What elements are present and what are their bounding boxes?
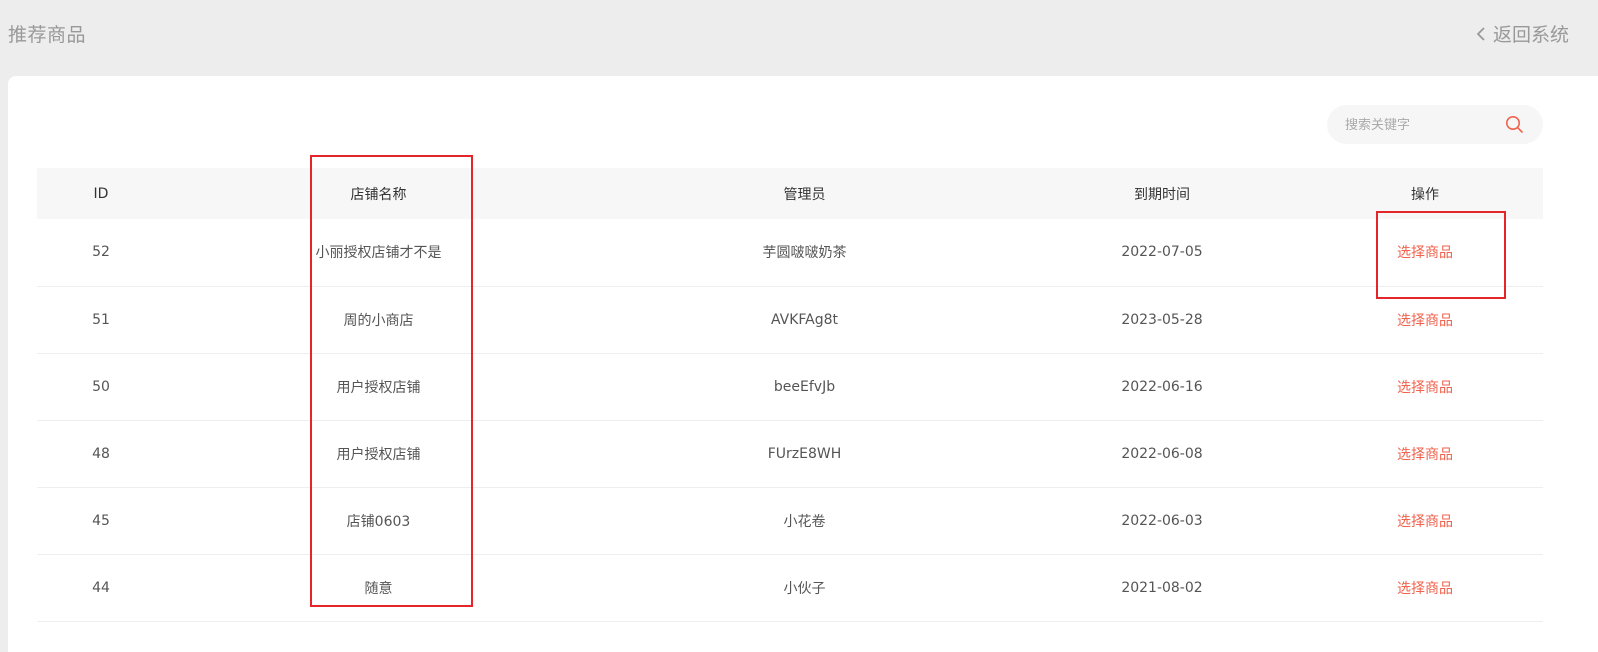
chevron-left-icon bbox=[1476, 26, 1485, 41]
table-row: 48 用户授权店铺 FUrzE8WH 2022-06-08 选择商品 bbox=[37, 420, 1543, 487]
back-to-system-link[interactable]: 返回系统 bbox=[1474, 20, 1569, 47]
back-link-label: 返回系统 bbox=[1493, 24, 1570, 46]
column-header-admin: 管理员 bbox=[783, 186, 826, 203]
shop-table: ID 店铺名称 管理员 到期时间 操作 52 小丽授权店铺才不是 芋圆啵啵奶茶 … bbox=[37, 168, 1543, 622]
table-row: 44 随意 小伙子 2021-08-02 选择商品 bbox=[37, 554, 1543, 621]
cell-id: 48 bbox=[92, 445, 110, 462]
cell-expire-time: 2023-05-28 bbox=[1121, 311, 1203, 328]
cell-shop-name: 用户授权店铺 bbox=[336, 446, 421, 463]
cell-shop-name: 用户授权店铺 bbox=[336, 379, 421, 396]
page-title: 推荐商品 bbox=[8, 24, 87, 46]
cell-id: 45 bbox=[92, 512, 110, 529]
content-card: ID 店铺名称 管理员 到期时间 操作 52 小丽授权店铺才不是 芋圆啵啵奶茶 … bbox=[8, 76, 1598, 652]
cell-shop-name: 随意 bbox=[364, 580, 393, 597]
cell-admin: 小伙子 bbox=[783, 580, 826, 597]
cell-admin: beeEfvJb bbox=[773, 378, 836, 395]
cell-id: 52 bbox=[92, 244, 110, 261]
column-header-id: ID bbox=[93, 185, 109, 202]
cell-admin: FUrzE8WH bbox=[767, 445, 842, 462]
cell-shop-name: 店铺0603 bbox=[346, 513, 411, 530]
cell-expire-time: 2021-08-02 bbox=[1121, 579, 1203, 596]
cell-expire-time: 2022-06-08 bbox=[1121, 445, 1203, 462]
top-bar: 推荐商品 返回系统 bbox=[0, 0, 1598, 66]
search-icon[interactable] bbox=[1505, 115, 1524, 134]
select-products-button[interactable]: 选择商品 bbox=[1397, 514, 1453, 530]
table-row: 50 用户授权店铺 beeEfvJb 2022-06-16 选择商品 bbox=[37, 353, 1543, 420]
cell-id: 44 bbox=[92, 579, 110, 596]
cell-id: 51 bbox=[92, 311, 110, 328]
select-products-button[interactable]: 选择商品 bbox=[1397, 380, 1453, 396]
column-header-action: 操作 bbox=[1411, 186, 1439, 203]
cell-expire-time: 2022-07-05 bbox=[1121, 244, 1203, 261]
table-row: 52 小丽授权店铺才不是 芋圆啵啵奶茶 2022-07-05 选择商品 bbox=[37, 219, 1543, 286]
search-box bbox=[1327, 105, 1543, 144]
select-products-button[interactable]: 选择商品 bbox=[1397, 245, 1453, 261]
cell-admin: 小花卷 bbox=[783, 513, 826, 530]
select-products-button[interactable]: 选择商品 bbox=[1397, 313, 1453, 329]
cell-expire-time: 2022-06-03 bbox=[1121, 512, 1203, 529]
cell-expire-time: 2022-06-16 bbox=[1121, 378, 1203, 395]
cell-admin: 芋圆啵啵奶茶 bbox=[762, 245, 847, 262]
table-row: 45 店铺0603 小花卷 2022-06-03 选择商品 bbox=[37, 487, 1543, 554]
cell-id: 50 bbox=[92, 378, 110, 395]
cell-shop-name: 小丽授权店铺才不是 bbox=[315, 245, 442, 262]
cell-shop-name: 周的小商店 bbox=[343, 312, 414, 329]
column-header-shop-name: 店铺名称 bbox=[350, 186, 407, 203]
select-products-button[interactable]: 选择商品 bbox=[1397, 581, 1453, 597]
column-header-expire-time: 到期时间 bbox=[1134, 186, 1190, 203]
select-products-button[interactable]: 选择商品 bbox=[1397, 447, 1453, 463]
table-header-row: ID 店铺名称 管理员 到期时间 操作 bbox=[37, 168, 1543, 219]
table-row: 51 周的小商店 AVKFAg8t 2023-05-28 选择商品 bbox=[37, 286, 1543, 353]
search-input[interactable] bbox=[1345, 115, 1495, 135]
cell-admin: AVKFAg8t bbox=[770, 311, 839, 328]
